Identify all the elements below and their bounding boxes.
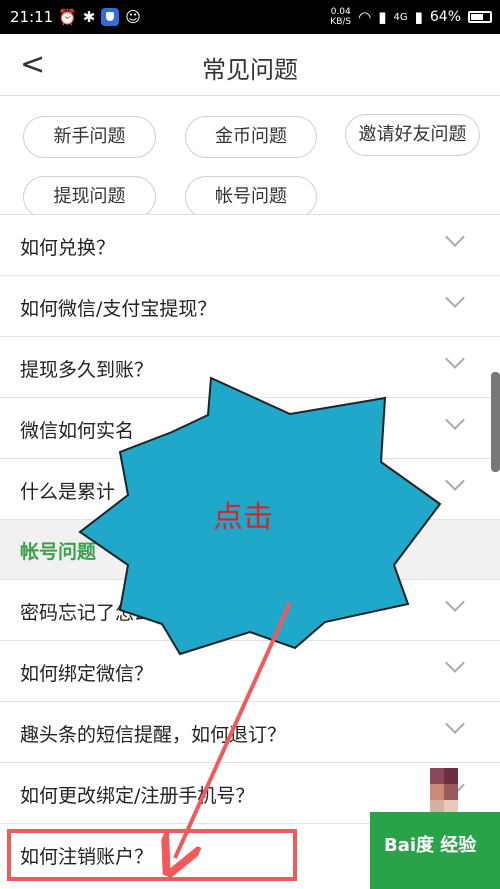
status-icons-left: ⏰ ✱ ☺ xyxy=(58,8,141,26)
status-bar: 21:11 ⏰ ✱ ☺ 0.04 KB/S ◠ ▮ 4G ▮ 64% xyxy=(0,0,500,34)
network-type: 4G xyxy=(393,11,408,23)
network-speed-value: 0.04 xyxy=(330,7,351,17)
section-title: 帐号问题 xyxy=(20,541,97,563)
qq-icon: ☺ xyxy=(125,8,141,26)
tag-invite-friends[interactable]: 邀请好友问题 xyxy=(345,114,480,156)
faq-question: 如何更改绑定/注册手机号？ xyxy=(20,785,255,807)
faq-row[interactable]: 如何绑定微信？ xyxy=(0,640,500,701)
faq-row[interactable]: 趣头条的短信提醒，如何退订？ xyxy=(0,701,500,762)
baidu-watermark: Bai度 经验 xyxy=(370,760,500,889)
bluetooth-icon: ✱ xyxy=(82,8,96,26)
wifi-icon: ◠ xyxy=(358,8,372,26)
faq-question: 如何绑定微信？ xyxy=(20,663,154,685)
faq-question: 如何微信/支付宝提现？ xyxy=(20,298,217,320)
faq-question: 微信如何实名 xyxy=(20,420,135,442)
app-header: < 常见问题 xyxy=(0,34,500,96)
faq-question: 提现多久到账？ xyxy=(20,359,154,381)
battery-percent: 64% xyxy=(429,9,461,25)
faq-row[interactable]: 如何兑换？ xyxy=(0,214,500,275)
watermark-text: Bai度 经验 xyxy=(384,835,477,856)
faq-row[interactable]: 提现多久到账？ xyxy=(0,336,500,397)
faq-question: 什么是累计 xyxy=(20,481,116,503)
chevron-down-icon xyxy=(445,653,465,673)
chevron-down-icon xyxy=(445,592,465,612)
shield-icon xyxy=(101,8,120,26)
faq-row[interactable]: 如何微信/支付宝提现？ xyxy=(0,275,500,336)
alarm-icon: ⏰ xyxy=(58,8,77,26)
tag-coins[interactable]: 金币问题 xyxy=(185,116,317,158)
callout-label: 点击 xyxy=(213,500,273,535)
chevron-down-icon xyxy=(445,471,465,491)
faq-question: 如何兑换？ xyxy=(20,237,116,259)
tag-account[interactable]: 帐号问题 xyxy=(185,176,317,218)
highlight-box xyxy=(7,829,297,881)
network-speed: 0.04 KB/S xyxy=(330,7,351,27)
page-title: 常见问题 xyxy=(202,56,298,84)
chevron-down-icon xyxy=(445,288,465,308)
faq-row[interactable]: 微信如何实名 xyxy=(0,397,500,458)
chevron-down-icon xyxy=(445,349,465,369)
tag-withdraw[interactable]: 提现问题 xyxy=(23,176,156,218)
faq-question: 密码忘记了怎么办？ xyxy=(20,602,192,624)
scrollbar[interactable] xyxy=(491,372,500,472)
network-speed-unit: KB/S xyxy=(330,17,352,27)
tag-newbie[interactable]: 新手问题 xyxy=(23,116,156,158)
signal-icon: ▮ xyxy=(378,8,387,26)
battery-icon xyxy=(468,11,492,23)
chevron-down-icon xyxy=(445,714,465,734)
chevron-down-icon xyxy=(445,410,465,430)
faq-row[interactable]: 密码忘记了怎么办？ xyxy=(0,579,500,640)
signal-bars-icon: ▮ xyxy=(414,8,423,26)
faq-question: 趣头条的短信提醒，如何退订？ xyxy=(20,724,287,746)
status-icons-right: 0.04 KB/S ◠ ▮ 4G ▮ 64% xyxy=(330,7,492,27)
status-time: 21:11 xyxy=(10,8,54,26)
chevron-down-icon xyxy=(445,227,465,247)
